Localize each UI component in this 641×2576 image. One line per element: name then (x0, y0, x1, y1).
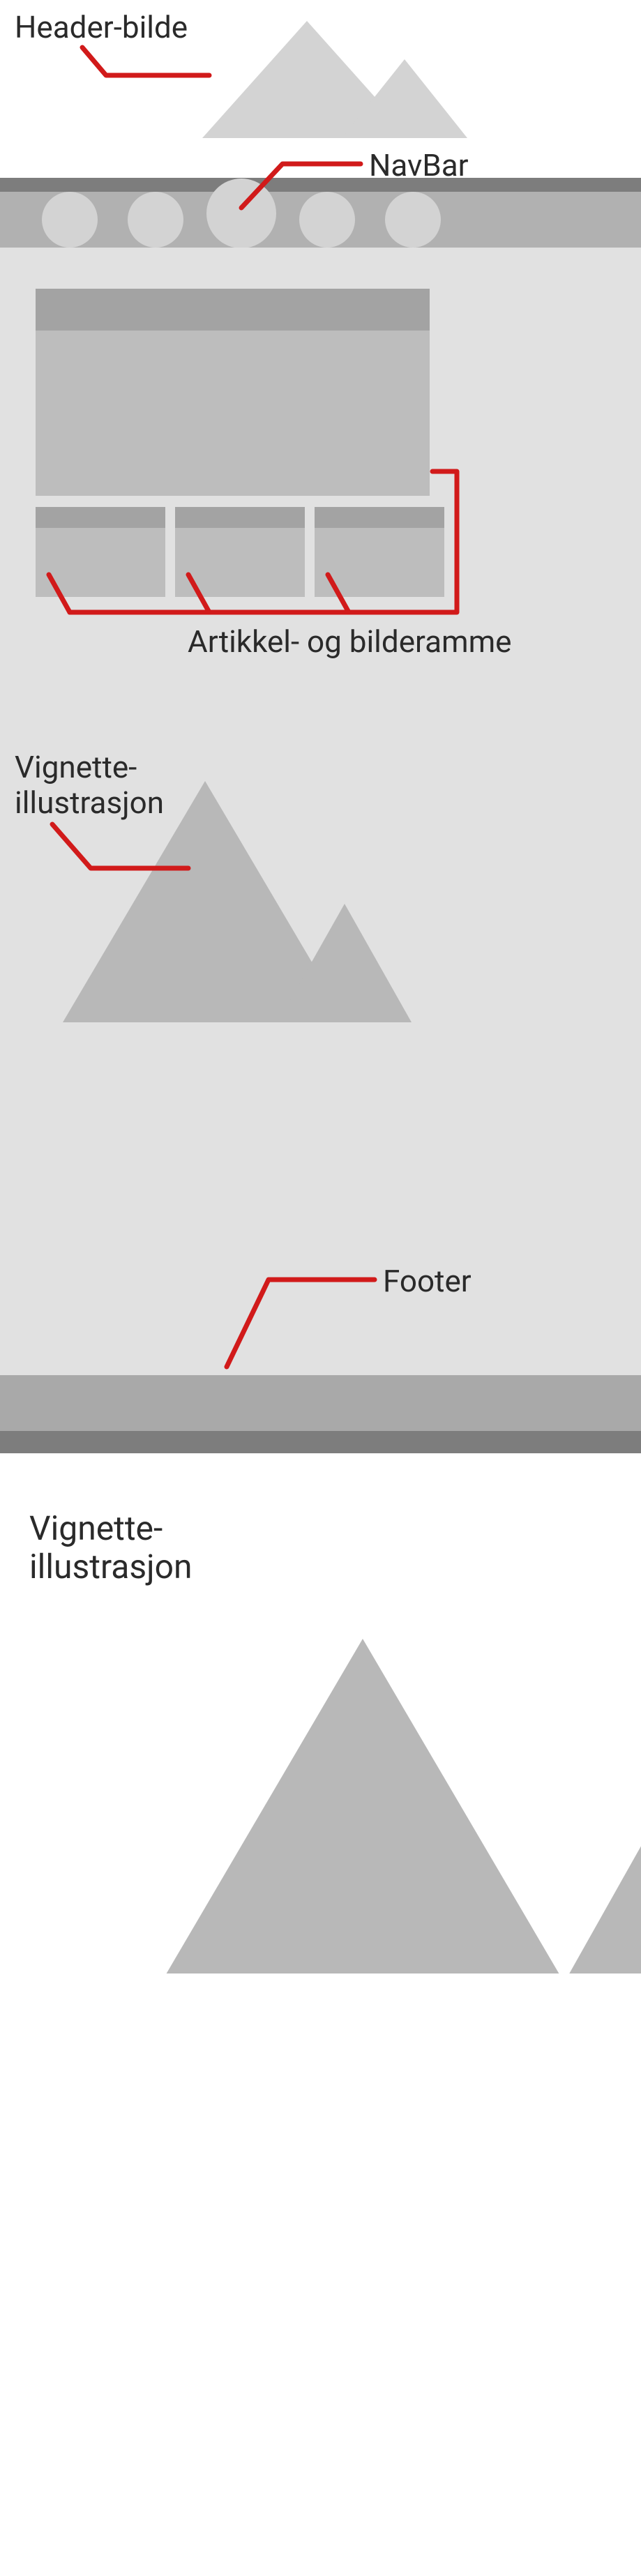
navbar (0, 192, 641, 248)
callout-label-vignette: Vignette- illustrasjon (15, 750, 164, 820)
callout-label-footer: Footer (383, 1264, 472, 1299)
callout-label-article-frame: Artikkel- og bilderamme (188, 624, 512, 660)
nav-item[interactable] (385, 192, 441, 248)
article-frame-header (36, 507, 165, 528)
article-frame-header (315, 507, 444, 528)
nav-item[interactable] (42, 192, 98, 248)
vignette-illustration-placeholder (0, 774, 641, 1123)
nav-item[interactable] (299, 192, 355, 248)
callout-label-vignette: Vignette- illustrasjon (29, 1509, 193, 1586)
footer (0, 1375, 641, 1431)
footer-bottom-strip (0, 1431, 641, 1453)
vignette-illustration-placeholder (0, 1555, 641, 1973)
article-frame-header (36, 289, 430, 331)
nav-item-active[interactable] (206, 179, 276, 248)
callout-label-navbar: NavBar (369, 148, 469, 183)
callout-label-header-image: Header-bilde (15, 10, 188, 45)
navbar-top-strip (0, 178, 641, 192)
nav-item[interactable] (128, 192, 183, 248)
article-frame-small[interactable] (175, 507, 305, 597)
article-frame-main[interactable] (36, 289, 430, 496)
article-frame-small[interactable] (36, 507, 165, 597)
article-frame-header (175, 507, 305, 528)
article-frame-small[interactable] (315, 507, 444, 597)
